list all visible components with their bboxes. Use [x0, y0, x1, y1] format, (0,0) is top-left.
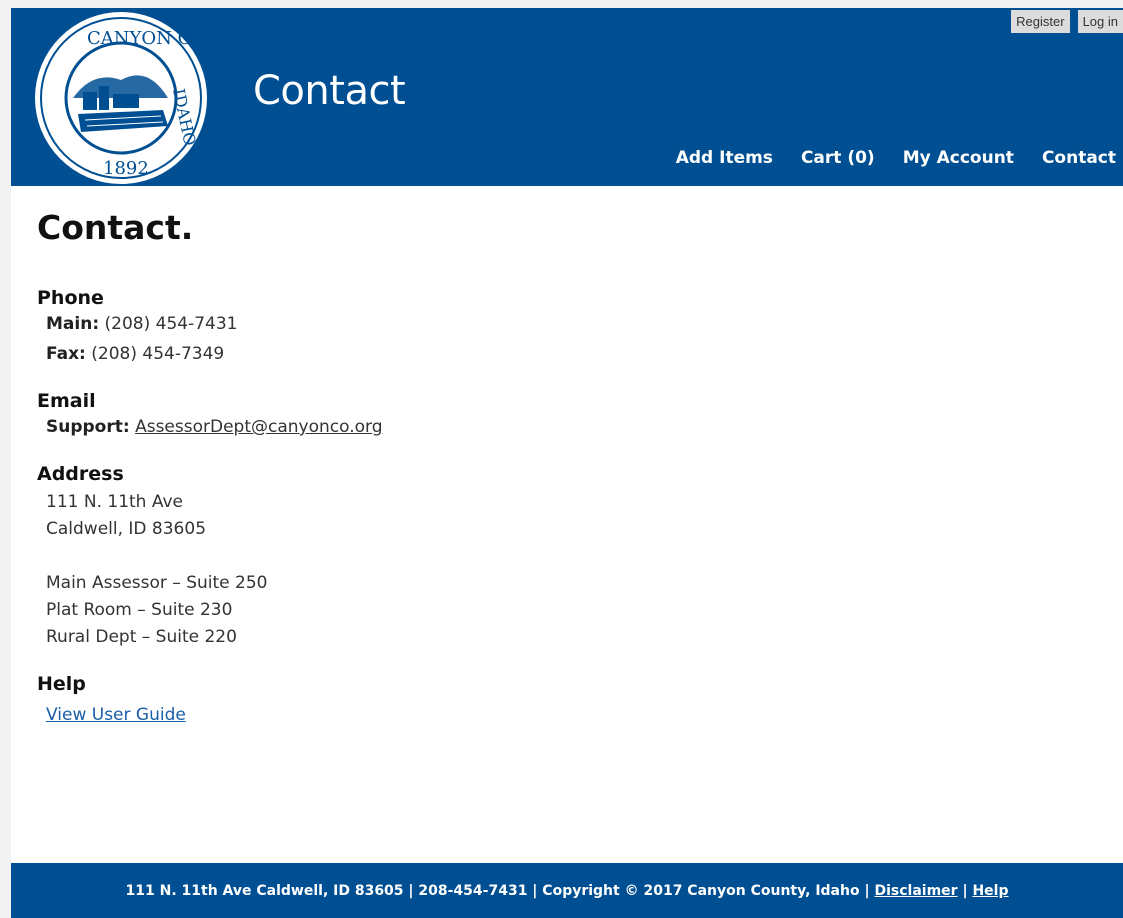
footer-help-link[interactable]: Help [972, 883, 1008, 899]
county-seal-icon[interactable]: CANYON COUNTY IDAHO 1892 [33, 10, 209, 186]
page: CANYON COUNTY IDAHO 1892 Contact Registe… [11, 8, 1123, 918]
site-footer: 111 N. 11th Ave Caldwell, ID 83605 | 208… [11, 863, 1123, 918]
auth-links: Register Log in [1011, 10, 1123, 33]
login-link[interactable]: Log in [1077, 10, 1123, 33]
nav-cart[interactable]: Cart (0) [801, 148, 875, 168]
address-heading: Address [37, 463, 124, 485]
email-support: Support: AssessorDept@canyonco.org [37, 412, 1097, 442]
footer-separator: | [962, 882, 968, 899]
site-title: Contact [253, 68, 406, 114]
footer-disclaimer-link[interactable]: Disclaimer [874, 883, 957, 899]
email-support-label: Support: [46, 417, 130, 437]
help-heading: Help [37, 673, 86, 695]
seal-year: 1892 [103, 158, 149, 179]
seal-text-top: CANYON COUNTY [87, 28, 209, 49]
user-guide-link[interactable]: View User Guide [37, 705, 186, 725]
email-heading: Email [37, 390, 96, 412]
main-content: Contact. Phone Main: (208) 454-7431 Fax:… [37, 208, 1097, 725]
phone-main: Main: (208) 454-7431 [37, 309, 1097, 339]
phone-fax-label: Fax: [46, 344, 86, 364]
address-line-1: 111 N. 11th Ave [46, 492, 184, 512]
phone-heading: Phone [37, 287, 104, 309]
suite-plat-room: Plat Room – Suite 230 [46, 600, 233, 620]
nav-my-account[interactable]: My Account [903, 148, 1014, 168]
phone-fax-value: (208) 454-7349 [91, 344, 225, 364]
phone-main-value: (208) 454-7431 [104, 314, 238, 334]
support-email-link[interactable]: AssessorDept@canyonco.org [135, 417, 382, 437]
phone-fax: Fax: (208) 454-7349 [37, 339, 1097, 369]
main-nav: Add Items Cart (0) My Account Contact [676, 148, 1116, 168]
register-link[interactable]: Register [1011, 10, 1070, 33]
nav-add-items[interactable]: Add Items [676, 148, 773, 168]
site-header: CANYON COUNTY IDAHO 1892 Contact Registe… [11, 8, 1123, 186]
footer-text: 111 N. 11th Ave Caldwell, ID 83605 | 208… [125, 882, 870, 899]
page-heading: Contact. [37, 208, 194, 247]
suite-rural-dept: Rural Dept – Suite 220 [46, 627, 237, 647]
phone-main-label: Main: [46, 314, 100, 334]
address-line-2: Caldwell, ID 83605 [46, 519, 207, 539]
suite-main-assessor: Main Assessor – Suite 250 [46, 573, 268, 593]
nav-contact[interactable]: Contact [1042, 148, 1116, 168]
